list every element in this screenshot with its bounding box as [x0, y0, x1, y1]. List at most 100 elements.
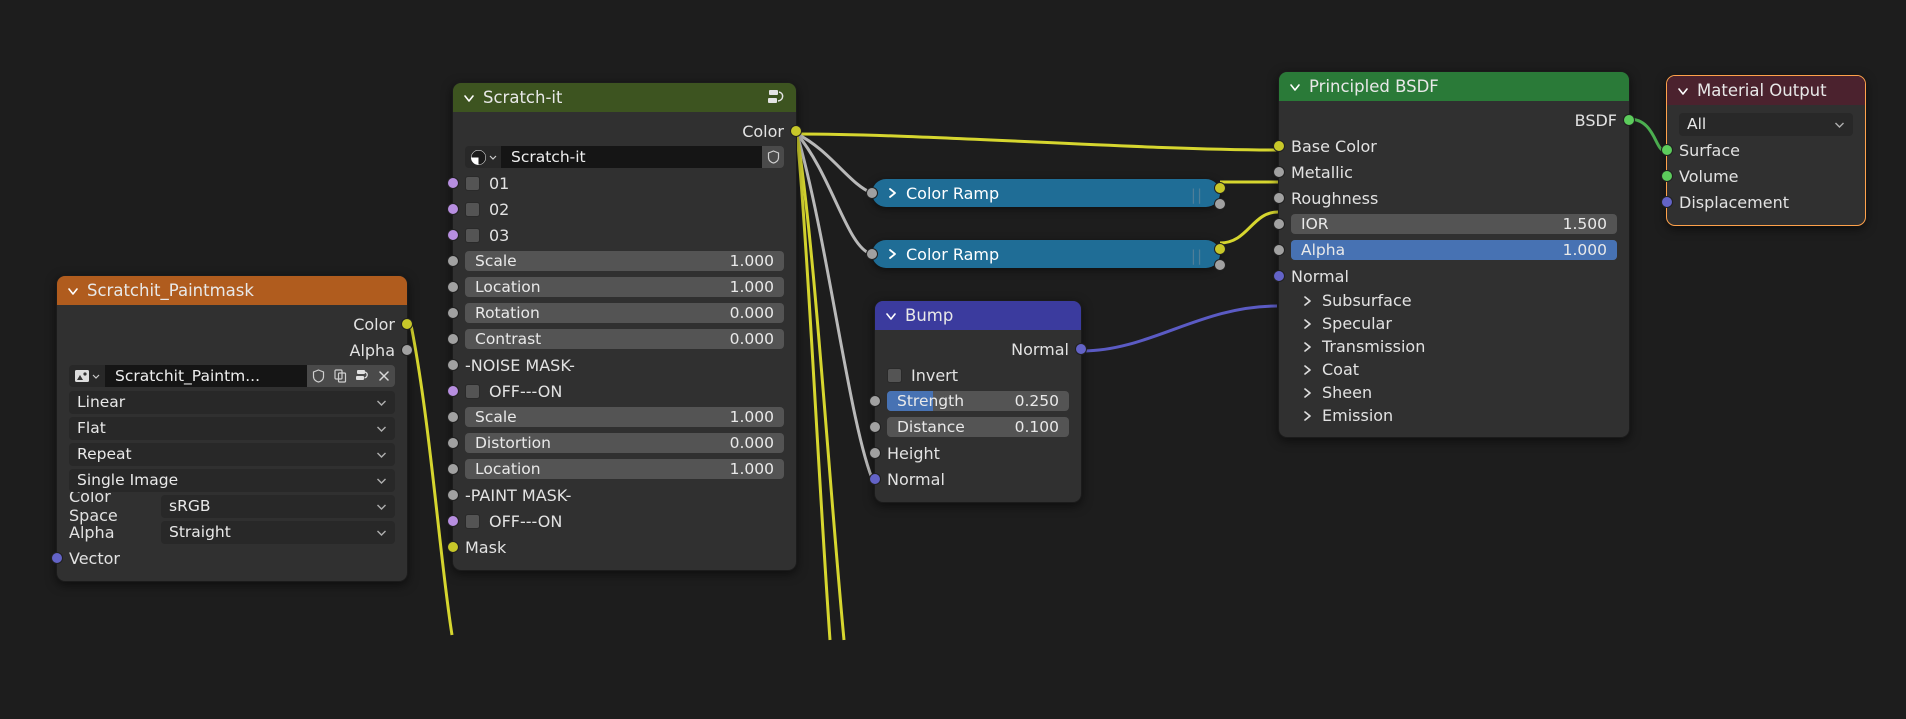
socket-in-location[interactable] — [447, 281, 459, 293]
bump-row-0[interactable]: Invert — [875, 362, 1081, 388]
socket-in-displacement[interactable] — [1661, 196, 1673, 208]
scratchit-header[interactable]: Scratch-it — [453, 83, 796, 112]
bump-slider-1[interactable]: Strength0.250 — [887, 391, 1069, 411]
socket-in-roughness[interactable] — [1273, 192, 1285, 204]
bump-slider-2[interactable]: Distance0.100 — [887, 417, 1069, 437]
bump-row-3[interactable]: Height — [875, 440, 1081, 466]
node-group-icon[interactable] — [767, 88, 786, 111]
paintmask-interpolation-dropdown[interactable]: Linear — [57, 389, 407, 415]
copy-icon[interactable] — [329, 365, 351, 387]
scratchit-row-2[interactable]: 03 — [453, 222, 796, 248]
scratchit-row-3[interactable]: Scale1.000 — [453, 248, 796, 274]
socket-in-fac-2[interactable] — [866, 248, 878, 260]
scratchit-slider-4[interactable]: Location1.000 — [465, 277, 784, 297]
chevron-down-icon[interactable] — [1677, 85, 1689, 97]
chevron-right-icon[interactable] — [1301, 295, 1313, 307]
scratchit-slider-5[interactable]: Rotation0.000 — [465, 303, 784, 323]
paintmask-datablock-name[interactable]: Scratchit_Paintm... — [105, 365, 307, 387]
chevron-down-icon[interactable] — [1289, 81, 1301, 93]
socket-in-rotation[interactable] — [447, 307, 459, 319]
shield-icon[interactable] — [762, 146, 784, 168]
scratchit-checkbox-13[interactable] — [465, 514, 480, 529]
principled-row-0[interactable]: Base Color — [1279, 133, 1629, 159]
principled-row-4[interactable]: Alpha1.000 — [1279, 237, 1629, 263]
scratchit-row-12[interactable]: -PAINT MASK- — [453, 482, 796, 508]
socket-in-mask[interactable] — [447, 541, 459, 553]
chevron-down-icon[interactable] — [67, 285, 79, 297]
scratchit-slider-9[interactable]: Scale1.000 — [465, 407, 784, 427]
chevron-right-icon[interactable] — [1301, 318, 1313, 330]
principled-row-3[interactable]: IOR1.500 — [1279, 211, 1629, 237]
scratchit-slider-11[interactable]: Location1.000 — [465, 459, 784, 479]
socket-in-location[interactable] — [447, 463, 459, 475]
principled-panel-specular[interactable]: Specular — [1279, 312, 1629, 335]
principled-row-2[interactable]: Roughness — [1279, 185, 1629, 211]
principled-row-1[interactable]: Metallic — [1279, 159, 1629, 185]
chevron-right-icon[interactable] — [886, 187, 898, 199]
socket-out-bsdf[interactable] — [1623, 114, 1635, 126]
socket-in-base-color[interactable] — [1273, 140, 1285, 152]
scratchit-row-14[interactable]: Mask — [453, 534, 796, 560]
chevron-right-icon[interactable] — [1301, 410, 1313, 422]
socket-in-normal[interactable] — [1273, 270, 1285, 282]
paintmask-alphamode-row[interactable]: Alpha Straight — [57, 519, 407, 545]
socket-out-alpha-2[interactable] — [1214, 259, 1226, 271]
socket-in-scale[interactable] — [447, 411, 459, 423]
close-icon[interactable] — [373, 365, 395, 387]
socket-out-normal[interactable] — [1075, 343, 1087, 355]
scratchit-output-color[interactable]: Color — [453, 118, 796, 144]
scratchit-checkbox-1[interactable] — [465, 202, 480, 217]
node-color-ramp-1[interactable]: Color Ramp || — [872, 179, 1220, 207]
material-output-header[interactable]: Material Output — [1667, 76, 1865, 105]
socket-in-scale[interactable] — [447, 255, 459, 267]
paintmask-source-dropdown[interactable]: Single Image — [57, 467, 407, 493]
node-color-ramp-2[interactable]: Color Ramp || — [872, 240, 1220, 268]
scratchit-slider-10[interactable]: Distortion0.000 — [465, 433, 784, 453]
scratchit-row-5[interactable]: Rotation0.000 — [453, 300, 796, 326]
principled-slider-3[interactable]: IOR1.500 — [1291, 214, 1617, 234]
scratchit-checkbox-2[interactable] — [465, 228, 480, 243]
scratchit-datablock[interactable]: Scratch-it — [453, 144, 796, 170]
scratchit-row-9[interactable]: Scale1.000 — [453, 404, 796, 430]
node-scratchit-paintmask[interactable]: Scratchit_Paintmask Color Alpha Scratchi… — [56, 275, 408, 582]
chevron-down-icon[interactable] — [463, 92, 475, 104]
bump-row-4[interactable]: Normal — [875, 466, 1081, 492]
node-scratch-it[interactable]: Scratch-it Color Scratch-it 010203Sca — [452, 82, 797, 571]
node-material-output[interactable]: Material Output All SurfaceVolumeDisplac… — [1666, 75, 1866, 226]
color-ramp-1-grip[interactable]: || — [1191, 186, 1203, 204]
scratchit-row-8[interactable]: OFF---ON — [453, 378, 796, 404]
socket-out-color[interactable] — [790, 125, 802, 137]
chevron-right-icon[interactable] — [1301, 341, 1313, 353]
chevron-right-icon[interactable] — [1301, 364, 1313, 376]
principled-header[interactable]: Principled BSDF — [1279, 72, 1629, 101]
node-principled-bsdf[interactable]: Principled BSDF BSDF Base ColorMetallicR… — [1278, 71, 1630, 438]
principled-output-bsdf[interactable]: BSDF — [1279, 107, 1629, 133]
socket-in-off-on[interactable] — [447, 515, 459, 527]
paintmask-output-color[interactable]: Color — [57, 311, 407, 337]
scratchit-row-1[interactable]: 02 — [453, 196, 796, 222]
socket-in-contrast[interactable] — [447, 333, 459, 345]
socket-in-surface[interactable] — [1661, 144, 1673, 156]
paintmask-input-vector[interactable]: Vector — [57, 545, 407, 571]
matout-row-0[interactable]: Surface — [1667, 137, 1865, 163]
scratchit-datablock-name[interactable]: Scratch-it — [501, 146, 762, 168]
socket-in-03[interactable] — [447, 229, 459, 241]
socket-in-paint-mask[interactable] — [447, 489, 459, 501]
principled-row-5[interactable]: Normal — [1279, 263, 1629, 289]
bump-checkbox-0[interactable] — [887, 368, 902, 383]
socket-out-color-1[interactable] — [1214, 182, 1226, 194]
socket-in-ior[interactable] — [1273, 218, 1285, 230]
principled-panel-emission[interactable]: Emission — [1279, 404, 1629, 427]
socket-in-strength[interactable] — [869, 395, 881, 407]
scratchit-slider-3[interactable]: Scale1.000 — [465, 251, 784, 271]
scratchit-row-7[interactable]: -NOISE MASK- — [453, 352, 796, 378]
chevron-right-icon[interactable] — [1301, 387, 1313, 399]
bump-header[interactable]: Bump — [875, 301, 1081, 330]
socket-in-vector[interactable] — [51, 552, 63, 564]
matout-row-1[interactable]: Volume — [1667, 163, 1865, 189]
paintmask-projection-dropdown[interactable]: Flat — [57, 415, 407, 441]
principled-panel-subsurface[interactable]: Subsurface — [1279, 289, 1629, 312]
scratchit-row-4[interactable]: Location1.000 — [453, 274, 796, 300]
scratchit-row-6[interactable]: Contrast0.000 — [453, 326, 796, 352]
principled-panel-transmission[interactable]: Transmission — [1279, 335, 1629, 358]
